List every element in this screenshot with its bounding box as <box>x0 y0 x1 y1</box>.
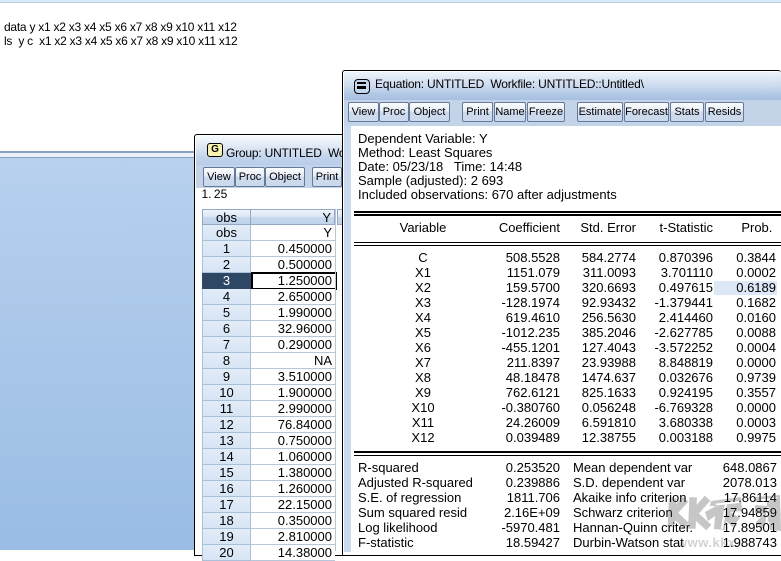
svg-text:www.kkx...: www.kkx... <box>676 535 748 550</box>
